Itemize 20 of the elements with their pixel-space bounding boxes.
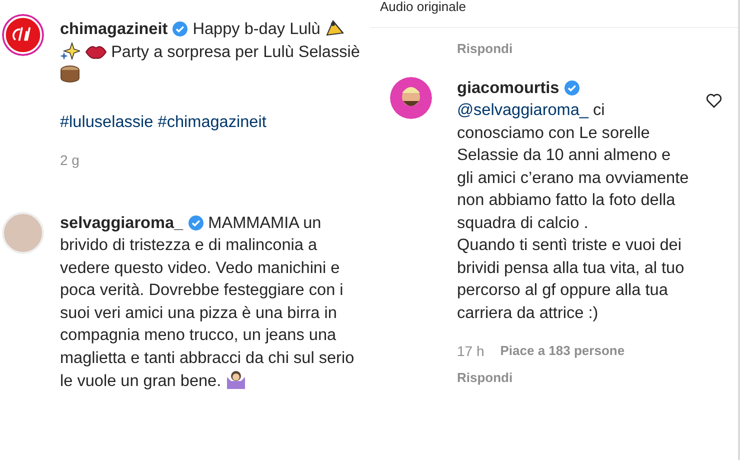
comment-text: @selvaggiaroma_ ci conosciamo con Le sorelle Selassie da 10 anni almeno e gli amici c’erano ma ovviamente non abbiamo fatto la foto della squadra di calcio . Quando ti sentì triste e vuoi dei brividi pensa alla tua vita, al tuo percorso al gf oppure alla tua carriera da attrice :) [457, 100, 689, 324]
username[interactable]: giacomourtis [457, 78, 560, 96]
mention-link[interactable]: @selvaggiaroma_ [457, 101, 588, 119]
person-icon [226, 369, 246, 389]
post-time: 2 g [60, 151, 80, 170]
cake-icon [60, 63, 80, 83]
comment-time: 17 h [457, 342, 484, 361]
sparkles-icon [60, 42, 80, 60]
audio-label: Audio originale [379, 0, 468, 14]
hashtag-link[interactable]: #luluselassie [60, 112, 154, 130]
cartoon-avatar-icon [390, 76, 432, 118]
comment-text: selvaggiaroma_ MAMMAMIA un brivido di tristezza e di malinconia a vedere questo video. Vedo manichini e poca verità. Dovrebbe festeggiare con i suoi veri amici una pizza è una birra in compagnia meno trucco, un jeans una maglietta e tanti abbracci da chi sul serio le vuole un gran bene. [60, 212, 356, 392]
brand-logo-icon [2, 14, 44, 56]
lips-icon [84, 44, 107, 60]
username[interactable]: selvaggiaroma_ [60, 214, 184, 232]
party-hat-icon [324, 19, 345, 37]
hashtag-link[interactable]: #chimagazineit [158, 112, 266, 130]
caption-text: chimagazineit Happy b-day Lulù Party a sorpresa per Lulù Selassiè [60, 18, 362, 86]
avatar-photo-placeholder [2, 212, 44, 254]
username[interactable]: chimagazineit [60, 20, 168, 38]
